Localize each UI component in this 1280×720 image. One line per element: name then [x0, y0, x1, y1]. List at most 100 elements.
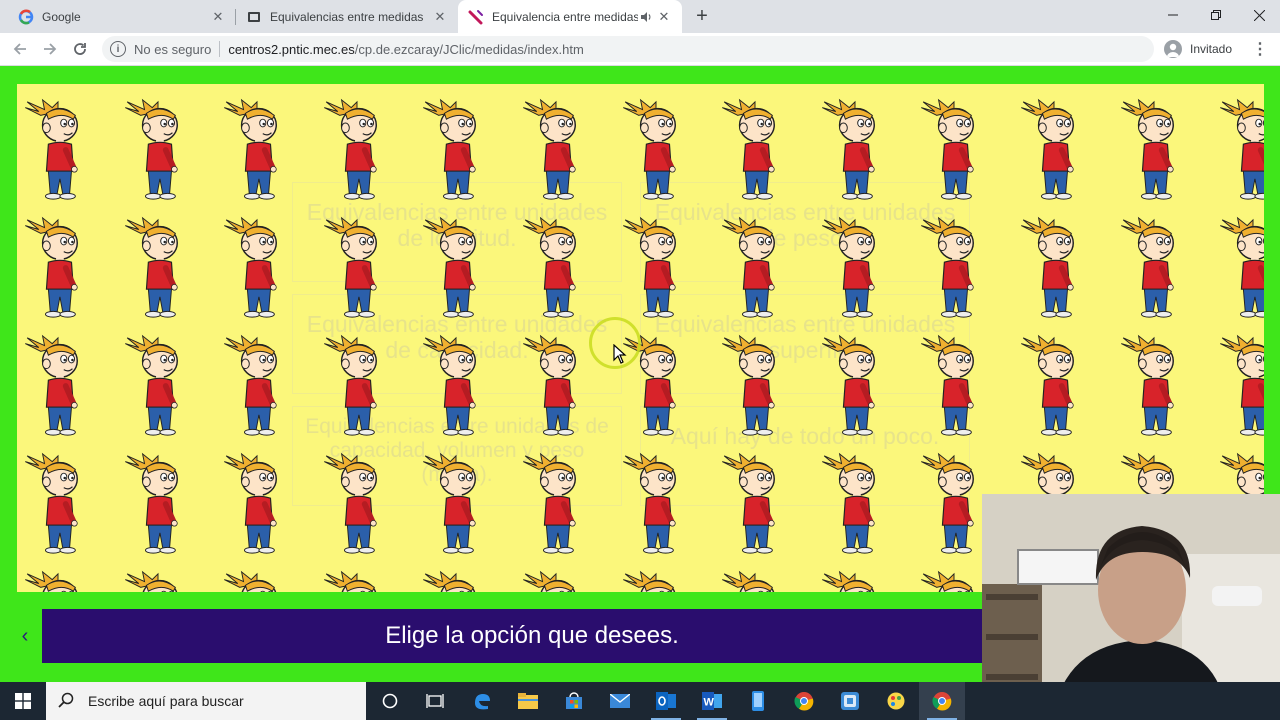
avatar-icon [1164, 40, 1182, 58]
cartoon-boy [1018, 216, 1090, 320]
security-label: No es seguro [134, 41, 212, 57]
cartoon-boy [819, 570, 891, 592]
speaker-icon[interactable] [638, 9, 654, 25]
cartoon-boy [620, 216, 692, 320]
chrome-active-icon[interactable] [919, 682, 965, 720]
chrome-icon[interactable] [781, 682, 827, 720]
cartoon-boy [620, 98, 692, 202]
phone-icon[interactable] [735, 682, 781, 720]
restore-icon[interactable] [1194, 0, 1238, 30]
reload-icon[interactable] [68, 37, 92, 61]
cartoon-boy [819, 98, 891, 202]
tab-title: Equivalencia entre medidas c [492, 9, 638, 24]
cartoon-boy [22, 570, 94, 592]
cartoon-boy [819, 216, 891, 320]
cartoon-boy [221, 98, 293, 202]
cartoon-boy [620, 570, 692, 592]
cartoon-boy [221, 216, 293, 320]
browser-toolbar: i No es seguro centros2.pntic.mec.es/cp.… [0, 33, 1280, 66]
windows-start-icon[interactable] [0, 682, 46, 720]
file-explorer-icon[interactable] [505, 682, 551, 720]
cartoon-boy [1118, 216, 1190, 320]
cartoon-boy [22, 216, 94, 320]
close-tab-icon[interactable]: ✕ [656, 9, 672, 25]
cartoon-boy [321, 334, 393, 438]
cartoon-boy [819, 452, 891, 556]
cartoon-boy [1018, 334, 1090, 438]
cartoon-boy [1217, 334, 1264, 438]
windows-taskbar: Escribe aquí para buscar W [0, 682, 1280, 720]
cartoon-boy [918, 98, 990, 202]
cartoon-boy [420, 216, 492, 320]
previous-arrow-icon[interactable]: ‹ [17, 625, 33, 647]
search-icon [58, 692, 74, 711]
url-text[interactable]: centros2.pntic.mec.es/cp.de.ezcaray/JCli… [228, 42, 584, 57]
close-tab-icon[interactable]: ✕ [432, 9, 448, 25]
cartoon-boy [122, 570, 194, 592]
outlook-icon[interactable] [643, 682, 689, 720]
taskbar-search-input[interactable]: Escribe aquí para buscar [46, 682, 366, 720]
minimize-icon[interactable] [1151, 0, 1195, 30]
activity-message: Elige la opción que desees. [385, 622, 679, 649]
forward-arrow-icon[interactable] [38, 37, 62, 61]
cartoon-boy [321, 98, 393, 202]
cartoon-boy [122, 216, 194, 320]
store-icon[interactable] [551, 682, 597, 720]
tab-equivalencia-active[interactable]: Equivalencia entre medidas c ✕ [458, 0, 682, 33]
cartoon-boy [321, 216, 393, 320]
cartoon-boy [420, 98, 492, 202]
cartoon-boy [22, 334, 94, 438]
profile-button[interactable]: Invitado [1164, 37, 1232, 61]
back-arrow-icon[interactable] [8, 37, 32, 61]
cartoon-boy [719, 334, 791, 438]
cartoon-boy [122, 98, 194, 202]
cartoon-boy [620, 452, 692, 556]
cartoon-boy [520, 334, 592, 438]
page-icon [246, 9, 262, 25]
edge-icon[interactable] [459, 682, 505, 720]
cortana-icon[interactable] [367, 682, 413, 720]
cartoon-boy [719, 216, 791, 320]
cartoon-boy [22, 98, 94, 202]
info-icon[interactable]: i [110, 41, 126, 57]
cartoon-boy [1118, 98, 1190, 202]
cartoon-boy [1118, 334, 1190, 438]
cartoon-boy [221, 570, 293, 592]
tab-google[interactable]: Google ✕ [8, 0, 236, 33]
cartoon-boy [1217, 98, 1264, 202]
svg-text:W: W [704, 697, 715, 709]
task-view-icon[interactable] [412, 682, 458, 720]
cartoon-boy [122, 452, 194, 556]
cartoon-boy [918, 570, 990, 592]
profile-label: Invitado [1190, 42, 1233, 56]
new-tab-button[interactable]: + [690, 4, 714, 28]
cartoon-boy [520, 452, 592, 556]
cartoon-boy [520, 98, 592, 202]
tab-equivalencias[interactable]: Equivalencias entre medidas ✕ [236, 0, 458, 33]
word-icon[interactable]: W [689, 682, 735, 720]
cartoon-boy [420, 570, 492, 592]
menu-icon[interactable]: ⋮ [1252, 37, 1268, 61]
url-path: /cp.de.ezcaray/JClic/medidas/index.htm [354, 41, 584, 57]
cartoon-boy [918, 216, 990, 320]
cartoon-boy [719, 570, 791, 592]
cartoon-boy [520, 216, 592, 320]
search-placeholder: Escribe aquí para buscar [88, 693, 244, 709]
paint-icon[interactable] [873, 682, 919, 720]
close-tab-icon[interactable]: ✕ [210, 9, 226, 25]
cartoon-boy [819, 334, 891, 438]
address-bar[interactable]: i No es seguro centros2.pntic.mec.es/cp.… [102, 36, 1154, 62]
jclic-icon [468, 9, 484, 25]
close-window-icon[interactable] [1237, 0, 1280, 30]
google-icon [18, 9, 34, 25]
cartoon-boy [918, 452, 990, 556]
cartoon-boy [420, 452, 492, 556]
app-icon[interactable] [827, 682, 873, 720]
cartoon-boy [918, 334, 990, 438]
cartoon-boy [719, 452, 791, 556]
cartoon-boy [1217, 216, 1264, 320]
cartoon-boy [122, 334, 194, 438]
url-host: centros2.pntic.mec.es [228, 41, 355, 57]
cartoon-boy [1018, 98, 1090, 202]
mail-icon[interactable] [597, 682, 643, 720]
